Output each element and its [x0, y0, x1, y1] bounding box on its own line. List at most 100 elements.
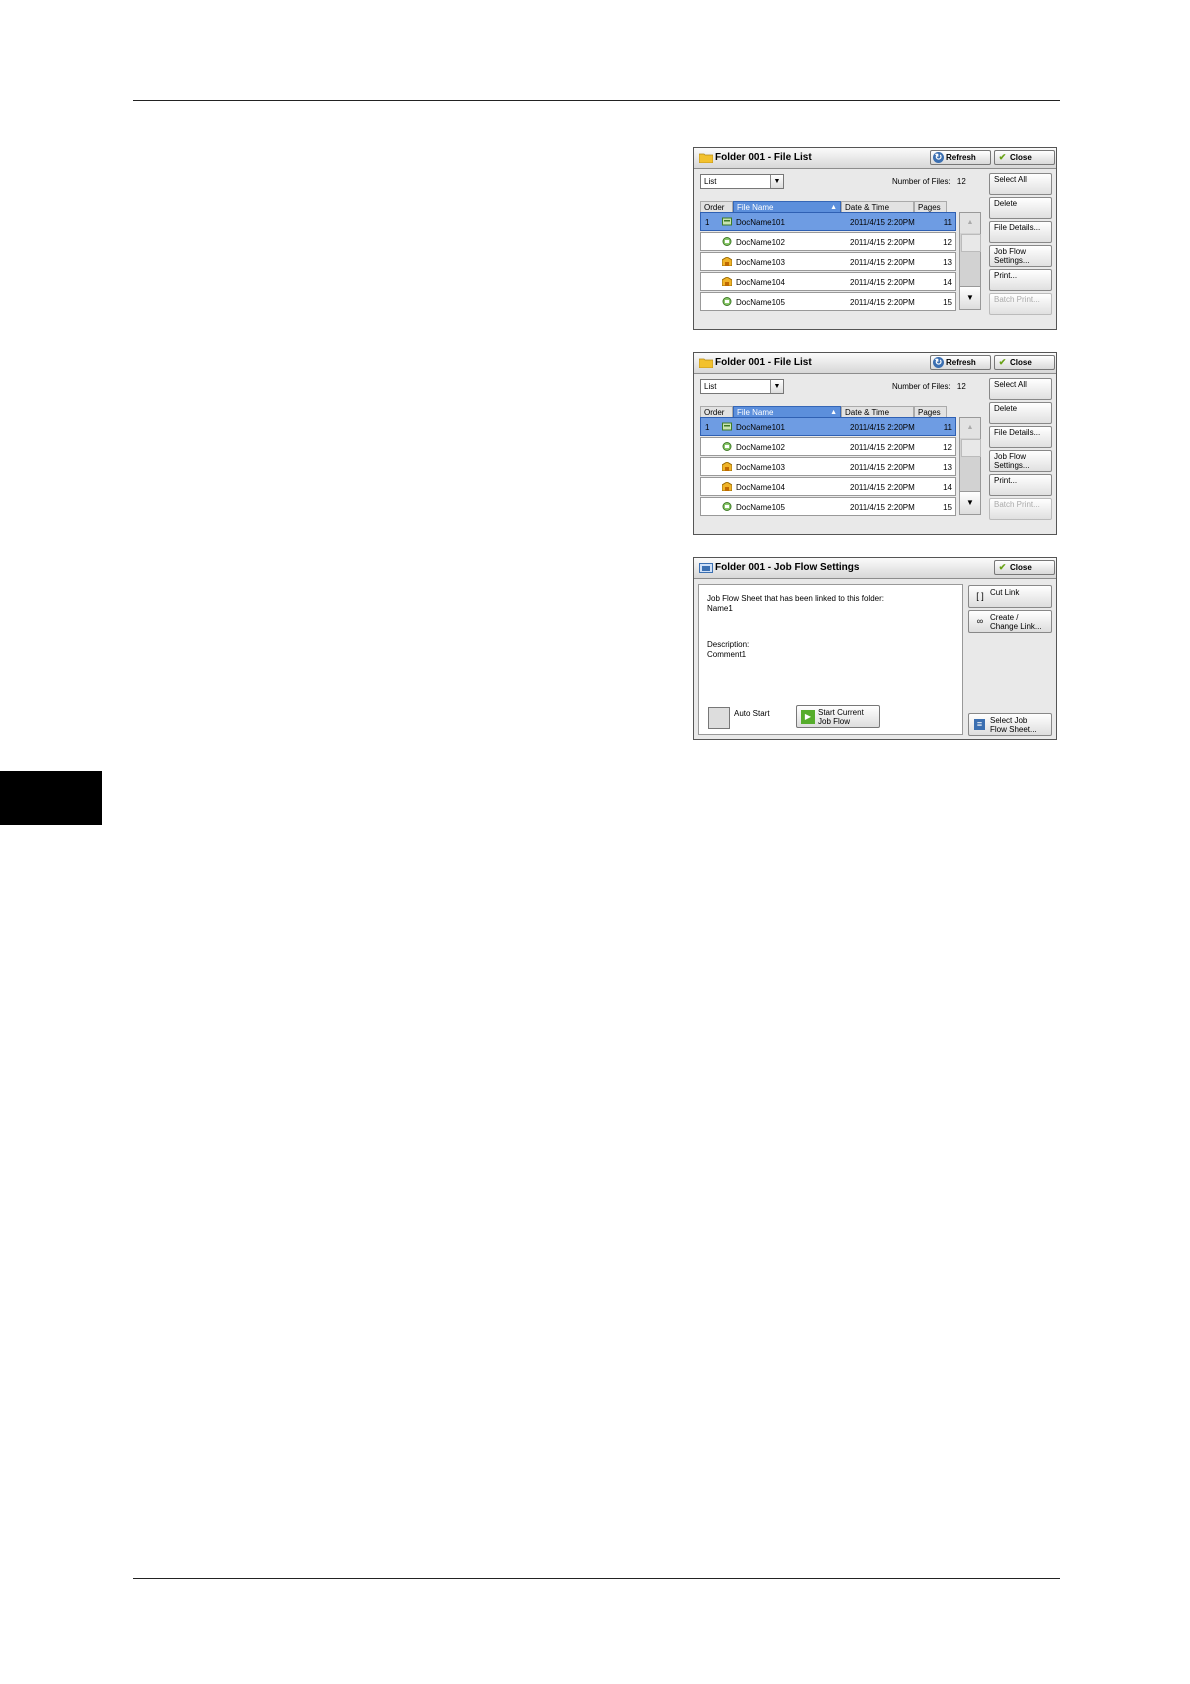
- header-rule: [133, 100, 1060, 101]
- close-button[interactable]: ✔ Close: [994, 355, 1055, 370]
- create-change-link-button[interactable]: ∞ Create / Change Link...: [968, 610, 1052, 633]
- row-file-name: DocName101: [736, 218, 785, 227]
- view-select[interactable]: List ▼: [700, 174, 784, 189]
- fax-doc-icon: [722, 237, 732, 246]
- scrollbar[interactable]: ▲ ▼: [959, 417, 981, 515]
- row-date-time: 2011/4/15 2:20PM: [850, 258, 915, 267]
- row-date-time: 2011/4/15 2:20PM: [850, 423, 915, 432]
- select-all-button[interactable]: Select All: [989, 378, 1052, 400]
- scroll-thumb[interactable]: [961, 439, 981, 457]
- auto-start-checkbox[interactable]: [708, 707, 730, 729]
- row-order: 1: [705, 218, 710, 227]
- row-pages: 15: [943, 298, 952, 307]
- refresh-label: Refresh: [946, 153, 976, 162]
- auto-start-label: Auto Start: [734, 709, 770, 718]
- folder-icon: [699, 153, 713, 163]
- row-date-time: 2011/4/15 2:20PM: [850, 218, 915, 227]
- file-row[interactable]: DocName102 2011/4/15 2:20PM 12: [700, 232, 956, 251]
- row-file-name: DocName105: [736, 503, 785, 512]
- batch-print-button[interactable]: Batch Print...: [989, 498, 1052, 520]
- print-button[interactable]: Print...: [989, 474, 1052, 496]
- column-order-label: Order: [704, 408, 725, 417]
- file-row[interactable]: DocName102 2011/4/15 2:20PM 12: [700, 437, 956, 456]
- chevron-down-icon: ▼: [770, 380, 783, 393]
- cut-link-label: Cut Link: [990, 588, 1020, 597]
- row-file-name: DocName104: [736, 483, 785, 492]
- row-pages: 12: [943, 443, 952, 452]
- scroll-up-icon: ▲: [960, 213, 980, 233]
- file-row[interactable]: DocName105 2011/4/15 2:20PM 15: [700, 497, 956, 516]
- start-current-job-flow-button[interactable]: ▶ Start Current Job Flow: [796, 705, 880, 728]
- row-date-time: 2011/4/15 2:20PM: [850, 298, 915, 307]
- select-all-button[interactable]: Select All: [989, 173, 1052, 195]
- file-list-panel-2: Folder 001 - File List ↻ Refresh ✔ Close…: [693, 352, 1057, 535]
- view-select-value: List: [704, 177, 717, 186]
- row-date-time: 2011/4/15 2:20PM: [850, 443, 915, 452]
- number-of-files: Number of Files: 12: [892, 382, 966, 391]
- refresh-icon: ↻: [933, 357, 944, 368]
- row-file-name: DocName103: [736, 463, 785, 472]
- scroll-down-button[interactable]: ▼: [960, 491, 980, 514]
- row-pages: 14: [943, 278, 952, 287]
- column-order-label: Order: [704, 203, 725, 212]
- cut-link-button[interactable]: [ ] Cut Link: [968, 585, 1052, 608]
- close-label: Close: [1010, 563, 1032, 572]
- row-pages: 15: [943, 503, 952, 512]
- number-of-files-label: Number of Files:: [892, 177, 951, 186]
- row-pages: 12: [943, 238, 952, 247]
- delete-button[interactable]: Delete: [989, 197, 1052, 219]
- view-select-value: List: [704, 382, 717, 391]
- job-flow-info-area: Job Flow Sheet that has been linked to t…: [698, 584, 963, 735]
- chapter-tab-marker: [0, 771, 102, 825]
- file-details-button[interactable]: File Details...: [989, 221, 1052, 243]
- number-of-files: Number of Files: 12: [892, 177, 966, 186]
- file-row[interactable]: DocName103 2011/4/15 2:20PM 13: [700, 457, 956, 476]
- link-icon: ∞: [976, 616, 984, 626]
- job-flow-settings-button[interactable]: Job Flow Settings...: [989, 450, 1052, 472]
- file-row[interactable]: DocName104 2011/4/15 2:20PM 14: [700, 272, 956, 291]
- scroll-down-button[interactable]: ▼: [960, 286, 980, 309]
- print-doc-icon: [722, 257, 732, 266]
- batch-print-button[interactable]: Batch Print...: [989, 293, 1052, 315]
- select-job-flow-sheet-button[interactable]: ≡ Select Job Flow Sheet...: [968, 713, 1052, 736]
- row-pages: 13: [943, 463, 952, 472]
- scrollbar[interactable]: ▲ ▼: [959, 212, 981, 310]
- print-doc-icon: [722, 482, 732, 491]
- panel-title: Folder 001 - File List: [715, 152, 812, 163]
- panel-title: Folder 001 - File List: [715, 357, 812, 368]
- file-details-button[interactable]: File Details...: [989, 426, 1052, 448]
- fax-doc-icon: [722, 297, 732, 306]
- file-row[interactable]: DocName103 2011/4/15 2:20PM 13: [700, 252, 956, 271]
- close-button[interactable]: ✔ Close: [994, 560, 1055, 575]
- select-sheet-label-line1: Select Job: [990, 716, 1028, 725]
- refresh-label: Refresh: [946, 358, 976, 367]
- description-label: Description:: [707, 640, 750, 649]
- file-row[interactable]: 1 DocName101 2011/4/15 2:20PM 11: [700, 212, 956, 231]
- file-row[interactable]: DocName105 2011/4/15 2:20PM 15: [700, 292, 956, 311]
- file-row[interactable]: 1 DocName101 2011/4/15 2:20PM 11: [700, 417, 956, 436]
- row-file-name: DocName104: [736, 278, 785, 287]
- row-date-time: 2011/4/15 2:20PM: [850, 483, 915, 492]
- column-file-name-label: File Name: [737, 203, 774, 212]
- job-flow-icon: [699, 563, 713, 573]
- column-file-name-label: File Name: [737, 408, 774, 417]
- refresh-button[interactable]: ↻ Refresh: [930, 150, 991, 165]
- description-value: Comment1: [707, 650, 747, 659]
- footer-rule: [133, 1578, 1060, 1579]
- row-file-name: DocName102: [736, 238, 785, 247]
- view-select[interactable]: List ▼: [700, 379, 784, 394]
- number-of-files-label: Number of Files:: [892, 382, 951, 391]
- panel-title: Folder 001 - Job Flow Settings: [715, 562, 860, 573]
- column-date-time-label: Date & Time: [845, 408, 890, 417]
- row-order: 1: [705, 423, 710, 432]
- select-sheet-label-line2: Flow Sheet...: [990, 725, 1037, 734]
- close-button[interactable]: ✔ Close: [994, 150, 1055, 165]
- row-pages: 11: [943, 423, 952, 432]
- file-row[interactable]: DocName104 2011/4/15 2:20PM 14: [700, 477, 956, 496]
- scroll-thumb[interactable]: [961, 234, 981, 252]
- delete-button[interactable]: Delete: [989, 402, 1052, 424]
- job-flow-settings-button[interactable]: Job Flow Settings...: [989, 245, 1052, 267]
- checkmark-icon: ✔: [998, 152, 1007, 162]
- print-button[interactable]: Print...: [989, 269, 1052, 291]
- refresh-button[interactable]: ↻ Refresh: [930, 355, 991, 370]
